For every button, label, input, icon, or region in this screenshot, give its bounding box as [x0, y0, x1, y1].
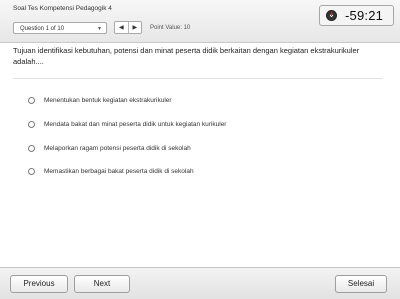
arrow-left-icon: ◀: [118, 25, 124, 31]
countdown-timer: -59:21: [319, 5, 394, 26]
radio-button[interactable]: [28, 97, 35, 104]
previous-button[interactable]: Previous: [10, 275, 68, 293]
radio-button[interactable]: [28, 121, 35, 128]
bottom-toolbar: Previous Next Selesai: [0, 267, 400, 299]
divider: [13, 78, 383, 79]
top-toolbar: Soal Tes Kompetensi Pedagogik 4 Question…: [0, 0, 400, 43]
finish-button[interactable]: Selesai: [335, 275, 387, 293]
next-question-button[interactable]: ▶: [127, 22, 142, 33]
timer-value: -59:21: [345, 8, 384, 23]
next-button[interactable]: Next: [74, 275, 130, 293]
question-selector-label: Question 1 of 10: [20, 26, 65, 32]
quiz-title: Soal Tes Kompetensi Pedagogik 4: [13, 5, 112, 12]
answer-option-label: Melaporkan ragam potensi peserta didik d…: [44, 145, 191, 152]
stopwatch-icon: [326, 10, 337, 21]
arrow-right-icon: ▶: [132, 25, 138, 31]
answer-option-label: Menentukan bentuk kegiatan ekstrakurikul…: [44, 97, 172, 104]
point-value: Point Value: 10: [150, 25, 191, 31]
radio-button[interactable]: [28, 168, 35, 175]
prev-question-button[interactable]: ◀: [115, 22, 128, 33]
answer-option-label: Memastikan berbagai bakat peserta didik …: [44, 168, 194, 175]
chevron-down-icon: ▾: [97, 26, 101, 32]
radio-button[interactable]: [28, 145, 35, 152]
question-selector[interactable]: Question 1 of 10 ▾: [13, 22, 107, 34]
question-nav-arrows: ◀ ▶: [114, 21, 142, 34]
answer-option-label: Mendata bakat dan minat peserta didik un…: [44, 121, 227, 128]
question-text: Tujuan identifikasi kebutuhan, potensi d…: [13, 46, 360, 66]
